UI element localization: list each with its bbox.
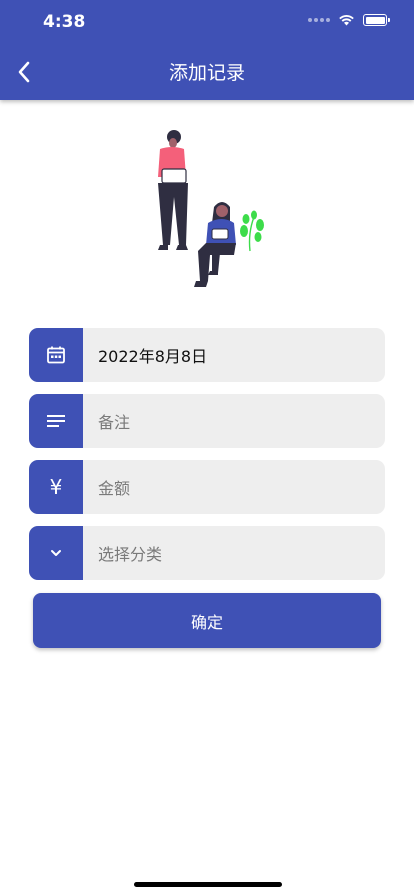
- amount-icon-box: ¥: [29, 460, 83, 514]
- app-header: 4:38 添加记录: [0, 0, 414, 100]
- date-value: 2022年8月8日: [98, 347, 208, 366]
- page-title: 添加记录: [168, 62, 245, 84]
- amount-field[interactable]: ¥ 金额: [29, 460, 385, 514]
- category-icon-box: [29, 526, 83, 580]
- wifi-icon: [339, 15, 354, 26]
- note-icon-box: [29, 394, 83, 448]
- home-indicator: [134, 882, 282, 887]
- note-field[interactable]: 备注: [29, 394, 385, 448]
- category-select[interactable]: 选择分类: [83, 526, 385, 580]
- status-time: 4:38: [43, 12, 86, 32]
- status-icons: [308, 14, 390, 26]
- note-input[interactable]: 备注: [83, 394, 385, 448]
- people-illustration: [158, 130, 264, 287]
- notes-icon: [47, 415, 65, 427]
- chevron-down-icon: [51, 550, 61, 556]
- signal-icon: [308, 18, 330, 22]
- category-field[interactable]: 选择分类: [29, 526, 385, 580]
- amount-input[interactable]: 金额: [83, 460, 385, 514]
- date-field[interactable]: 2022年8月8日: [29, 328, 385, 382]
- yen-icon: ¥: [49, 475, 63, 499]
- date-icon-box: [29, 328, 83, 382]
- calendar-icon: [47, 346, 65, 364]
- battery-icon: [363, 14, 390, 26]
- confirm-button[interactable]: 确定: [33, 593, 381, 648]
